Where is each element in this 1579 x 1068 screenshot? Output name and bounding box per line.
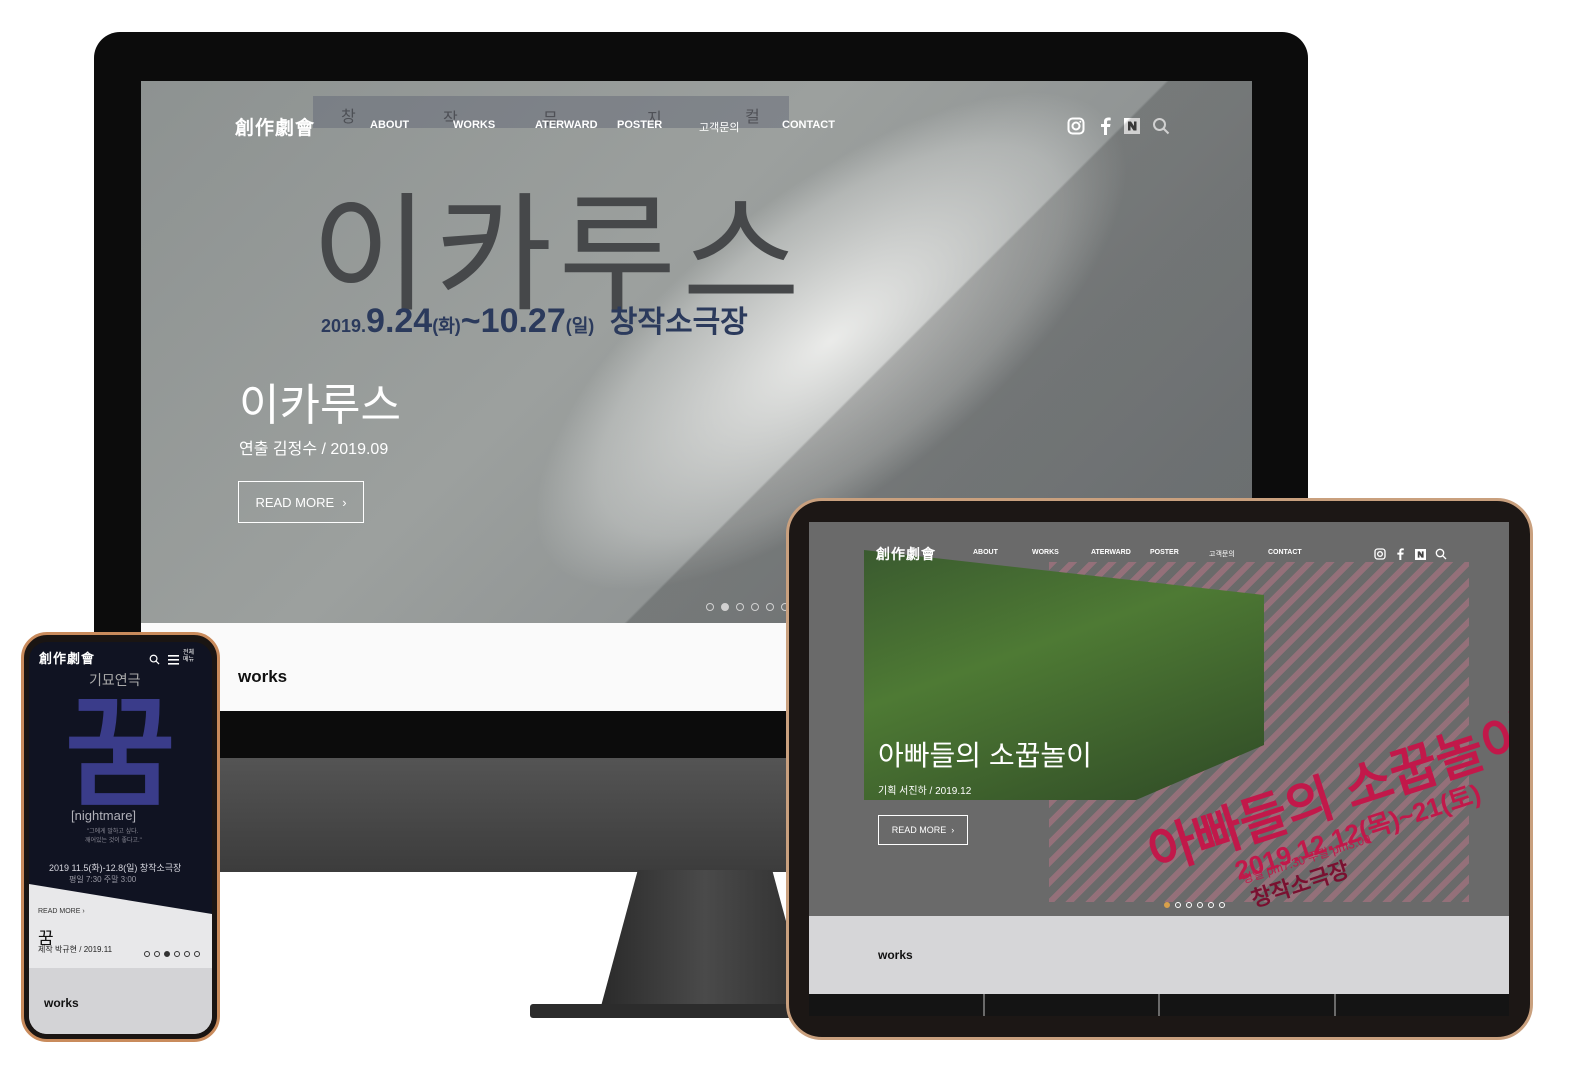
phone-poster-quote-1: "그에게 말하고 싶다. [87, 829, 139, 835]
nav-deco-char: 창 [341, 109, 356, 126]
slider-dot[interactable] [751, 603, 759, 611]
instagram-icon[interactable] [1374, 547, 1386, 565]
work-thumbnail[interactable] [1335, 994, 1509, 1016]
slider-dot[interactable] [1197, 902, 1203, 908]
nav-poster[interactable]: POSTER [617, 119, 662, 131]
tablet-slide-title: 아빠들의 소꿉놀이 [878, 740, 1092, 771]
slider-dot[interactable] [144, 951, 150, 957]
slide-subtitle: 연출 김정수 / 2019.09 [239, 441, 389, 458]
poster-date-start: 9.24 [366, 302, 433, 340]
slider-dot[interactable] [164, 951, 170, 957]
slider-dot[interactable] [766, 603, 774, 611]
tablet-works-thumbnails [809, 994, 1509, 1016]
facebook-icon[interactable] [1099, 117, 1111, 140]
poster-day-end: (일) [565, 316, 595, 336]
tablet-screen: 아빠들의 소꿉놀이 2019.12.12(목)~21(토) 평일 pm7:30 … [809, 522, 1509, 1016]
all-menu-label[interactable]: 전체메뉴 [183, 650, 197, 663]
tablet-read-more-button[interactable]: READ MORE › [878, 815, 968, 845]
phone-works-title: works [44, 996, 79, 1010]
nav-contact[interactable]: CONTACT [782, 119, 835, 131]
phone-poster-dates: 2019 11.5(화)-12.8(일) 창작소극장 [49, 863, 182, 873]
poster-date-prefix: 2019. [321, 316, 367, 336]
slider-pagination [706, 603, 789, 611]
phone-poster-quote-2: 깨어있는 것이 좋다고." [85, 838, 142, 844]
tablet-nav-contact[interactable]: CONTACT [1268, 549, 1302, 556]
tablet-works-title: works [878, 948, 913, 962]
poster-date: 2019.9.24(화)~10.27(일) 창작소극장 [321, 297, 748, 341]
tablet-slider-pagination [1164, 902, 1225, 908]
slider-dot[interactable] [1186, 902, 1192, 908]
read-more-label: READ MORE [38, 908, 81, 915]
poster-date-tilde: ~ [460, 302, 481, 340]
nav-deco-char: 컬 [745, 109, 760, 126]
works-title: works [238, 667, 288, 686]
slider-dot[interactable] [1219, 902, 1225, 908]
tablet-logo[interactable]: 創作劇會 [876, 544, 936, 564]
site-logo[interactable]: 創作劇會 [235, 113, 315, 140]
tablet-nav-inquiry[interactable]: 고객문의 [1209, 549, 1235, 559]
phone-works-section: works [29, 968, 212, 1034]
poster-venue: 창작소극장 [609, 306, 748, 339]
chevron-right-icon: › [342, 494, 347, 510]
tablet-nav-works[interactable]: WORKS [1032, 549, 1059, 556]
search-icon[interactable] [1152, 117, 1170, 140]
nav-inquiry[interactable]: 고객문의 [699, 119, 739, 135]
tablet-slide-subtitle: 기획 서진하 / 2019.12 [878, 786, 972, 797]
slider-dot[interactable] [184, 951, 190, 957]
chevron-right-icon: › [82, 908, 85, 915]
read-more-label: READ MORE [891, 825, 947, 835]
read-more-button[interactable]: READ MORE › [238, 481, 364, 523]
slider-dot[interactable] [194, 951, 200, 957]
phone-slide-subtitle: 제작 박규현 / 2019.11 [38, 945, 113, 954]
instagram-icon[interactable] [1067, 117, 1085, 140]
phone-slider-pagination [144, 951, 200, 957]
naver-icon[interactable] [1415, 547, 1426, 565]
work-thumbnail[interactable] [1160, 994, 1334, 1016]
slider-dot[interactable] [1208, 902, 1214, 908]
nav-about[interactable]: ABOUT [370, 119, 409, 131]
phone-read-more[interactable]: READ MORE › [38, 908, 85, 915]
phone-screen: 創作劇會 전체메뉴 기묘연극 꿈 [nightmare] "그에게 말하고 싶다… [29, 642, 212, 1034]
poster-day-start: (화) [432, 316, 461, 336]
phone-logo[interactable]: 創作劇會 [39, 648, 95, 667]
facebook-icon[interactable] [1396, 547, 1404, 565]
naver-icon[interactable] [1124, 118, 1140, 139]
chevron-right-icon: › [951, 825, 955, 835]
slider-dot[interactable] [174, 951, 180, 957]
monitor-base [530, 1004, 830, 1018]
slider-dot[interactable] [721, 603, 729, 611]
search-icon[interactable] [1435, 547, 1447, 565]
slider-dot[interactable] [1175, 902, 1181, 908]
hamburger-menu-icon[interactable] [168, 652, 179, 670]
nav-aterward[interactable]: ATERWARD [535, 119, 598, 131]
nav-works[interactable]: WORKS [453, 119, 495, 131]
tablet-works-section: works [809, 916, 1509, 994]
poster-date-end: 10.27 [480, 302, 566, 340]
slider-dot[interactable] [1164, 902, 1170, 908]
read-more-label: READ MORE [255, 494, 335, 510]
slider-dot[interactable] [706, 603, 714, 611]
tablet-nav-about[interactable]: ABOUT [973, 549, 998, 556]
tablet-nav-poster[interactable]: POSTER [1150, 549, 1179, 556]
work-thumbnail[interactable] [984, 994, 1158, 1016]
search-icon[interactable] [149, 652, 160, 670]
slider-dot[interactable] [154, 951, 160, 957]
tablet-nav-aterward[interactable]: ATERWARD [1091, 549, 1131, 556]
monitor-stand [600, 870, 810, 1010]
phone-poster-subtitle: [nightmare] [71, 808, 137, 823]
phone-poster-times: 평일 7:30 주말 3:00 [69, 875, 137, 884]
slider-dot[interactable] [736, 603, 744, 611]
slide-title: 이카루스 [239, 381, 401, 430]
work-thumbnail[interactable] [809, 994, 983, 1016]
